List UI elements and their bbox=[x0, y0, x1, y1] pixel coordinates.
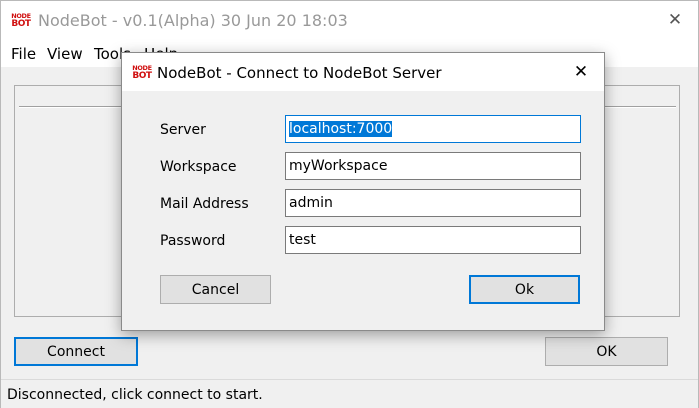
server-value: localhost:7000 bbox=[289, 121, 393, 137]
mail-address-input[interactable]: admin bbox=[285, 189, 581, 217]
server-label: Server bbox=[160, 122, 206, 138]
menu-view[interactable]: View bbox=[47, 45, 83, 63]
close-icon[interactable]: ✕ bbox=[660, 5, 690, 35]
workspace-input[interactable]: myWorkspace bbox=[285, 152, 581, 180]
main-titlebar: NODE BOT NodeBot - v0.1(Alpha) 30 Jun 20… bbox=[1, 1, 698, 39]
dialog-ok-button[interactable]: Ok bbox=[469, 275, 580, 304]
mail-address-label: Mail Address bbox=[160, 196, 249, 212]
password-label: Password bbox=[160, 233, 226, 249]
connect-dialog: NODE BOT NodeBot - Connect to NodeBot Se… bbox=[121, 52, 605, 331]
close-icon[interactable]: ✕ bbox=[566, 57, 596, 87]
workspace-label: Workspace bbox=[160, 159, 237, 175]
status-text: Disconnected, click connect to start. bbox=[7, 387, 263, 403]
connect-button[interactable]: Connect bbox=[14, 337, 138, 366]
ok-button[interactable]: OK bbox=[545, 337, 668, 366]
nodebot-logo-icon: NODE BOT bbox=[11, 12, 31, 29]
nodebot-logo-icon: NODE BOT bbox=[132, 64, 152, 81]
dialog-titlebar: NODE BOT NodeBot - Connect to NodeBot Se… bbox=[122, 53, 604, 91]
cancel-button[interactable]: Cancel bbox=[160, 275, 271, 304]
password-input[interactable]: test bbox=[285, 226, 581, 254]
main-window-title: NodeBot - v0.1(Alpha) 30 Jun 20 18:03 bbox=[38, 11, 348, 30]
server-input[interactable]: localhost:7000 bbox=[285, 115, 581, 143]
status-bar: Disconnected, click connect to start. bbox=[1, 379, 698, 408]
dialog-title: NodeBot - Connect to NodeBot Server bbox=[157, 64, 442, 82]
menu-file[interactable]: File bbox=[11, 45, 36, 63]
